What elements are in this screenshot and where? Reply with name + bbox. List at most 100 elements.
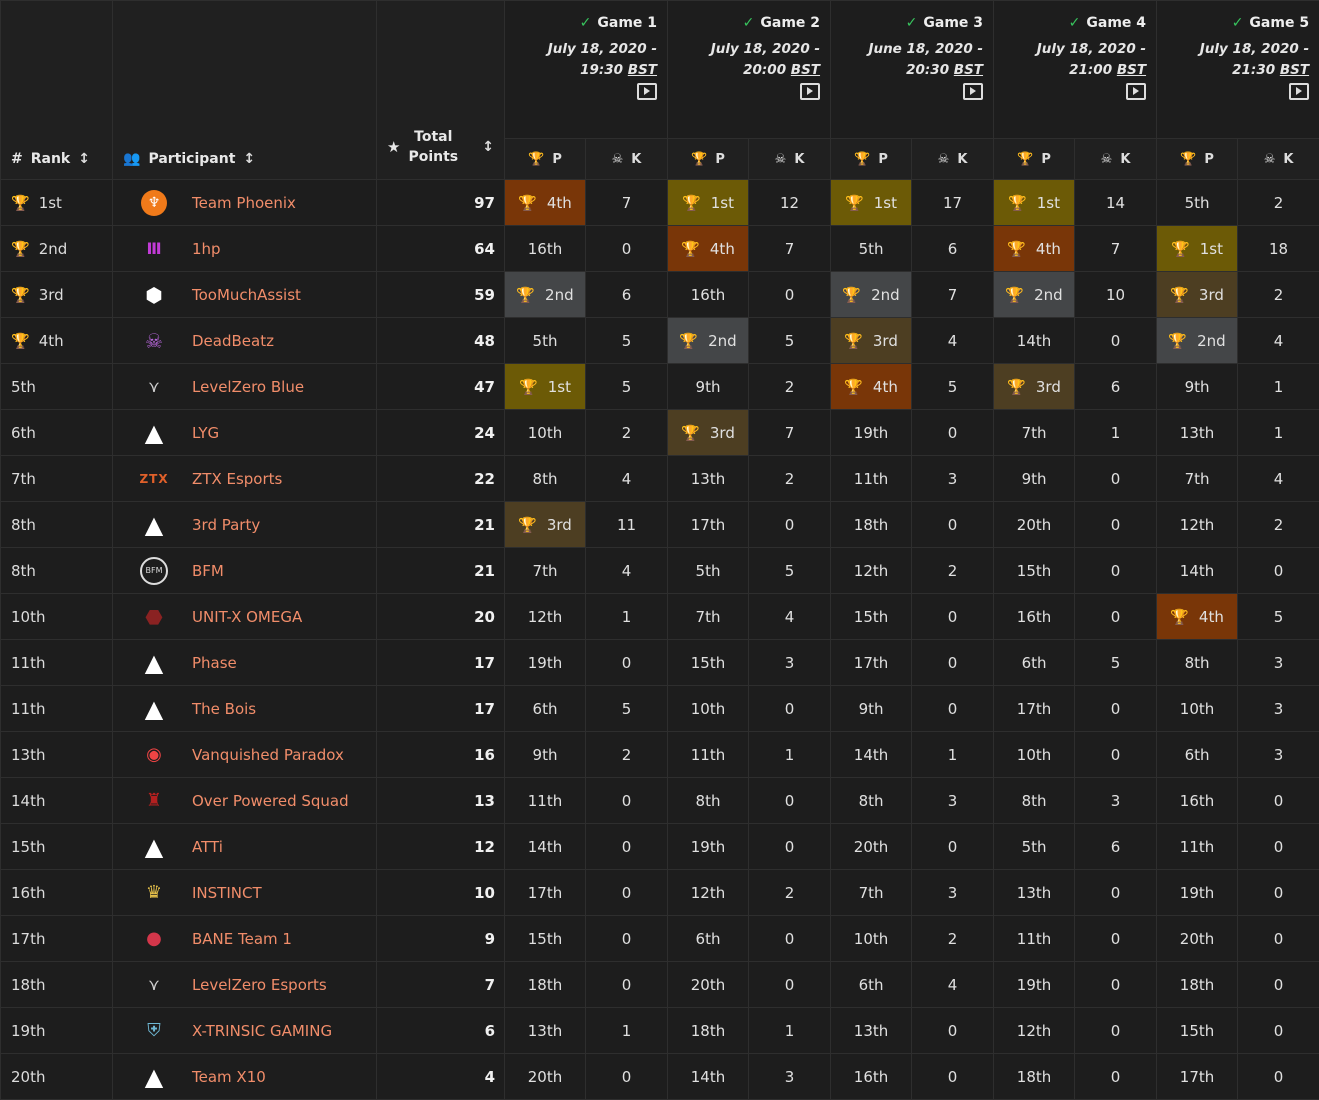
game-date: July 18, 2020 -19:30 BST <box>505 39 657 81</box>
rank-cell: 7th <box>1 456 113 502</box>
placement-cell: 20th <box>831 824 912 870</box>
game-date-line: July 18, 2020 - <box>1037 41 1146 57</box>
placement-cell: 20th <box>1157 916 1238 962</box>
placement-value: 19th <box>691 838 725 856</box>
sort-icon[interactable]: ↕ <box>78 151 90 167</box>
timezone-link[interactable]: BST <box>1280 62 1309 78</box>
vod-play-icon[interactable] <box>1289 83 1309 100</box>
total-points: 13 <box>377 778 505 824</box>
trophy-icon: 🏆 <box>854 152 870 167</box>
participant-name-link[interactable]: Over Powered Squad <box>192 792 349 810</box>
kills-cell: 11 <box>586 502 668 548</box>
participant-name-link[interactable]: X-TRINSIC GAMING <box>192 1022 332 1040</box>
kills-header[interactable]: ☠K <box>912 139 994 180</box>
participant-name-link[interactable]: LevelZero Blue <box>192 378 304 396</box>
sort-icon[interactable]: ↕ <box>482 139 494 155</box>
kills-cell: 0 <box>1075 1054 1157 1100</box>
placement-cell: 13th <box>994 870 1075 916</box>
placement-value: 10th <box>691 700 725 718</box>
participant-name-link[interactable]: The Bois <box>192 700 256 718</box>
participant-header[interactable]: 👥Participant↕ <box>113 1 377 180</box>
participant-cell: ●BANE Team 1 <box>113 916 377 962</box>
participant-name-link[interactable]: Team Phoenix <box>192 194 296 212</box>
placement-cell: 🏆1st <box>831 180 912 226</box>
kills-cell: 0 <box>749 686 831 732</box>
rank-cell: 20th <box>1 1054 113 1100</box>
placement-cell: 18th <box>994 1054 1075 1100</box>
placement-value: 16th <box>1180 792 1214 810</box>
kills-header[interactable]: ☠K <box>749 139 831 180</box>
placement-header[interactable]: 🏆P <box>1157 139 1238 180</box>
apex-logo: ▲ <box>140 695 168 723</box>
placement-cell: 🏆4th <box>831 364 912 410</box>
placement-cell: 7th <box>831 870 912 916</box>
kills-cell: 2 <box>749 456 831 502</box>
participant-name-link[interactable]: UNIT-X OMEGA <box>192 608 302 626</box>
placement-header[interactable]: 🏆P <box>505 139 586 180</box>
rank-header[interactable]: #Rank↕ <box>1 1 113 180</box>
placement-value: 15th <box>854 608 888 626</box>
placement-cell: 17th <box>831 640 912 686</box>
participant-cell: ▲Phase <box>113 640 377 686</box>
placement-value: 4th <box>873 378 898 396</box>
kills-cell: 2 <box>1238 272 1319 318</box>
placement-value: 9th <box>1022 470 1047 488</box>
placement-header[interactable]: 🏆P <box>668 139 749 180</box>
kills-header[interactable]: ☠K <box>1238 139 1319 180</box>
standings-table: #Rank↕ 👥Participant↕ ★ TotalPoints ↕ ✓Ga… <box>0 0 1319 1100</box>
participant-name-link[interactable]: Vanquished Paradox <box>192 746 344 764</box>
placement-cell: 17th <box>1157 1054 1238 1100</box>
timezone-link[interactable]: BST <box>954 62 983 78</box>
participant-name-link[interactable]: INSTINCT <box>192 884 262 902</box>
timezone-link[interactable]: BST <box>1117 62 1146 78</box>
participant-name-link[interactable]: Team X10 <box>192 1068 266 1086</box>
placement-cell: 9th <box>668 364 749 410</box>
participant-name-link[interactable]: Phase <box>192 654 237 672</box>
sort-icon[interactable]: ↕ <box>243 151 255 167</box>
total-points-header[interactable]: ★ TotalPoints ↕ <box>377 1 505 180</box>
apex-logo: ▲ <box>140 419 168 447</box>
placement-cell: 🏆1st <box>994 180 1075 226</box>
participant-name-link[interactable]: BFM <box>192 562 224 580</box>
trophy-icon: 🏆 <box>691 152 707 167</box>
placement-value: 16th <box>691 286 725 304</box>
game-date-line: July 18, 2020 - <box>711 41 820 57</box>
placement-cell: 6th <box>1157 732 1238 778</box>
kills-cell: 0 <box>586 1054 668 1100</box>
placement-value: 1st <box>1037 194 1060 212</box>
kills-header[interactable]: ☠K <box>1075 139 1157 180</box>
kills-header[interactable]: ☠K <box>586 139 668 180</box>
participant-name-link[interactable]: 3rd Party <box>192 516 260 534</box>
placement-value: 11th <box>691 746 725 764</box>
vod-play-icon[interactable] <box>963 83 983 100</box>
participant-name-link[interactable]: ZTX Esports <box>192 470 282 488</box>
game-time: 21:00 <box>1069 62 1112 78</box>
vod-play-icon[interactable] <box>1126 83 1146 100</box>
placement-cell: 5th <box>668 548 749 594</box>
placement-header[interactable]: 🏆P <box>994 139 1075 180</box>
kills-cell: 0 <box>749 272 831 318</box>
placement-value: 20th <box>1180 930 1214 948</box>
participant-name-link[interactable]: ATTi <box>192 838 223 856</box>
kills-cell: 1 <box>1238 410 1319 456</box>
placement-header[interactable]: 🏆P <box>831 139 912 180</box>
timezone-link[interactable]: BST <box>791 62 820 78</box>
participant-name-link[interactable]: BANE Team 1 <box>192 930 292 948</box>
participant-name-link[interactable]: LYG <box>192 424 219 442</box>
placement-cell: 20th <box>668 962 749 1008</box>
placement-value: 3rd <box>1199 286 1224 304</box>
placement-cell: 12th <box>831 548 912 594</box>
participant-name-link[interactable]: 1hp <box>192 240 221 258</box>
timezone-link[interactable]: BST <box>628 62 657 78</box>
placement-value: 12th <box>854 562 888 580</box>
vod-play-icon[interactable] <box>637 83 657 100</box>
placement-value: 7th <box>696 608 721 626</box>
kills-cell: 4 <box>586 548 668 594</box>
participant-name-link[interactable]: TooMuchAssist <box>192 286 301 304</box>
rank-cell: 5th <box>1 364 113 410</box>
participant-name-link[interactable]: DeadBeatz <box>192 332 274 350</box>
participant-name-link[interactable]: LevelZero Esports <box>192 976 327 994</box>
vod-play-icon[interactable] <box>800 83 820 100</box>
table-row: 20th▲Team X10420th014th316th018th017th0 <box>1 1054 1319 1100</box>
placement-cell: 16th <box>831 1054 912 1100</box>
